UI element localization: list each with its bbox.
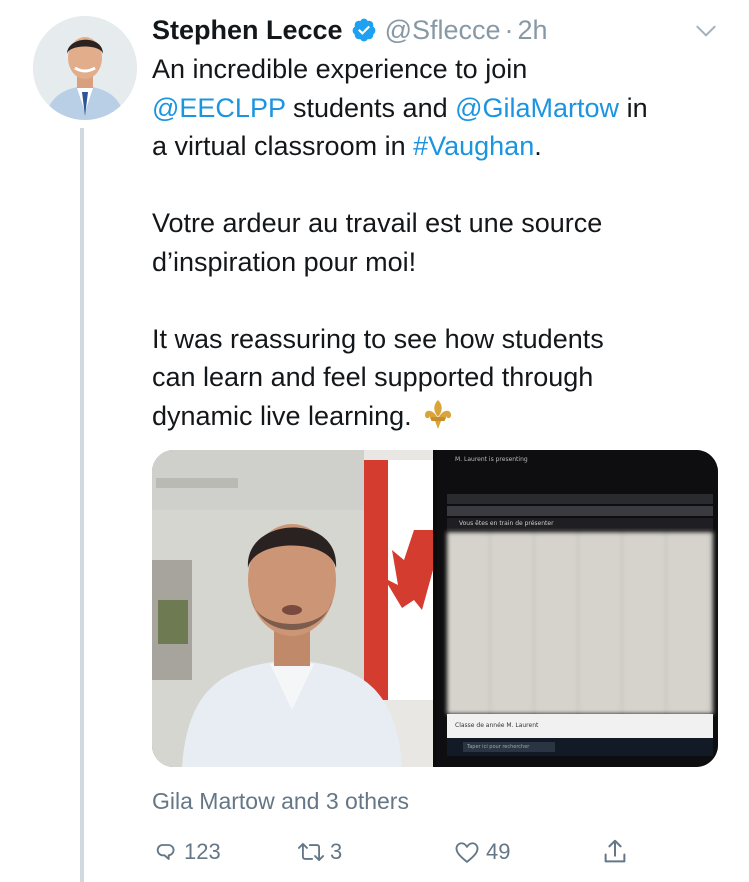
- present-notice-text: Vous êtes en train de présenter: [459, 520, 554, 527]
- share-icon: [600, 837, 630, 867]
- taskbar-search-text: Taper ici pour rechercher: [467, 744, 530, 750]
- video-call-photo: [152, 450, 433, 767]
- verified-badge-icon: [351, 17, 377, 43]
- tweet-header: Stephen Lecce @Sflecce · 2h: [152, 10, 548, 50]
- heart-icon: [452, 838, 482, 866]
- thread-line: [80, 128, 84, 882]
- tweet-text-content: An incredible experience to join @EECLPP…: [152, 54, 648, 431]
- hashtag-link[interactable]: #Vaughan: [413, 131, 534, 161]
- media-photo-video-call[interactable]: [152, 450, 433, 767]
- media-screenshot-meet[interactable]: M. Laurent is presenting Vous êtes en tr…: [437, 450, 718, 767]
- author-name[interactable]: Stephen Lecce: [152, 15, 343, 46]
- avatar-photo: [33, 16, 137, 120]
- avatar[interactable]: [33, 16, 137, 120]
- retweet-icon: [296, 838, 326, 866]
- tweet-text-segment: . Votre ardeur au travail est une source…: [152, 131, 604, 431]
- time-separator: ·: [504, 14, 514, 45]
- tweet-time[interactable]: 2h: [518, 15, 548, 46]
- presenting-label: M. Laurent is presenting: [455, 456, 528, 463]
- chevron-down-icon[interactable]: [693, 18, 719, 44]
- reply-button[interactable]: 123: [152, 832, 221, 872]
- tweet-text-segment: An incredible experience to join: [152, 54, 528, 84]
- reply-icon: [152, 838, 180, 866]
- previous-tweet-cutoff: [150, 0, 350, 5]
- tweet-text: An incredible experience to join @EECLPP…: [152, 50, 722, 435]
- retweet-count: 3: [330, 839, 343, 864]
- tweet-media[interactable]: M. Laurent is presenting Vous êtes en tr…: [152, 450, 718, 767]
- fleur-de-lis-icon: [421, 397, 455, 431]
- author-handle[interactable]: @Sflecce: [385, 15, 501, 46]
- mention-link[interactable]: @GilaMartow: [455, 93, 619, 123]
- mention-link[interactable]: @EECLPP: [152, 93, 285, 123]
- share-button[interactable]: [600, 832, 634, 872]
- social-context[interactable]: Gila Martow and 3 others: [152, 788, 409, 815]
- like-count: 49: [486, 839, 511, 864]
- retweet-button[interactable]: 3: [296, 832, 342, 872]
- like-button[interactable]: 49: [452, 832, 510, 872]
- browser-tabs: [447, 494, 713, 504]
- tweet-text-segment: students and: [285, 92, 456, 123]
- reply-count: 123: [184, 839, 221, 864]
- participant-grid-blurred: [447, 532, 713, 714]
- classroom-label: Classe de année M. Laurent: [455, 722, 539, 729]
- browser-address-bar: [447, 506, 713, 516]
- tweet-actions: 123 3 49: [152, 832, 642, 872]
